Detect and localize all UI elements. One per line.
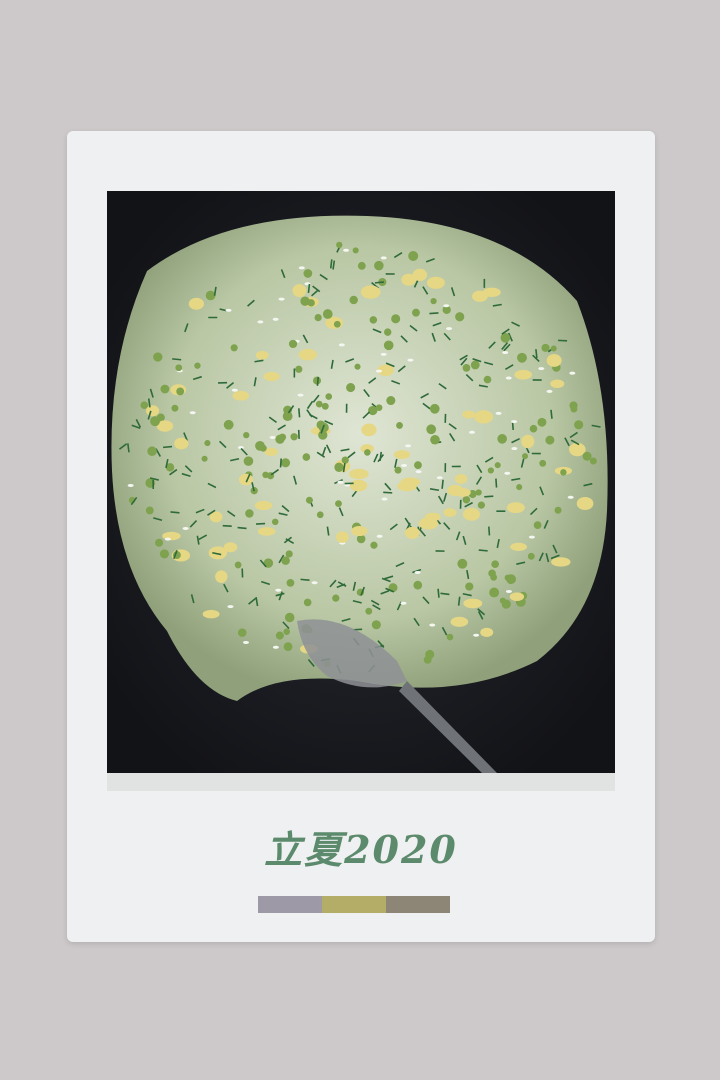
photo-shadow <box>107 773 615 791</box>
rice-pile <box>111 215 608 701</box>
food-photo <box>107 191 615 773</box>
swatch-gray <box>258 896 322 913</box>
swatch-olive <box>322 896 386 913</box>
polaroid-card: 立夏2020 <box>67 131 655 942</box>
color-swatch-bar <box>258 896 450 913</box>
caption-title: 立夏2020 <box>264 827 458 872</box>
swatch-taupe <box>386 896 450 913</box>
fried-rice-illustration <box>107 191 615 773</box>
